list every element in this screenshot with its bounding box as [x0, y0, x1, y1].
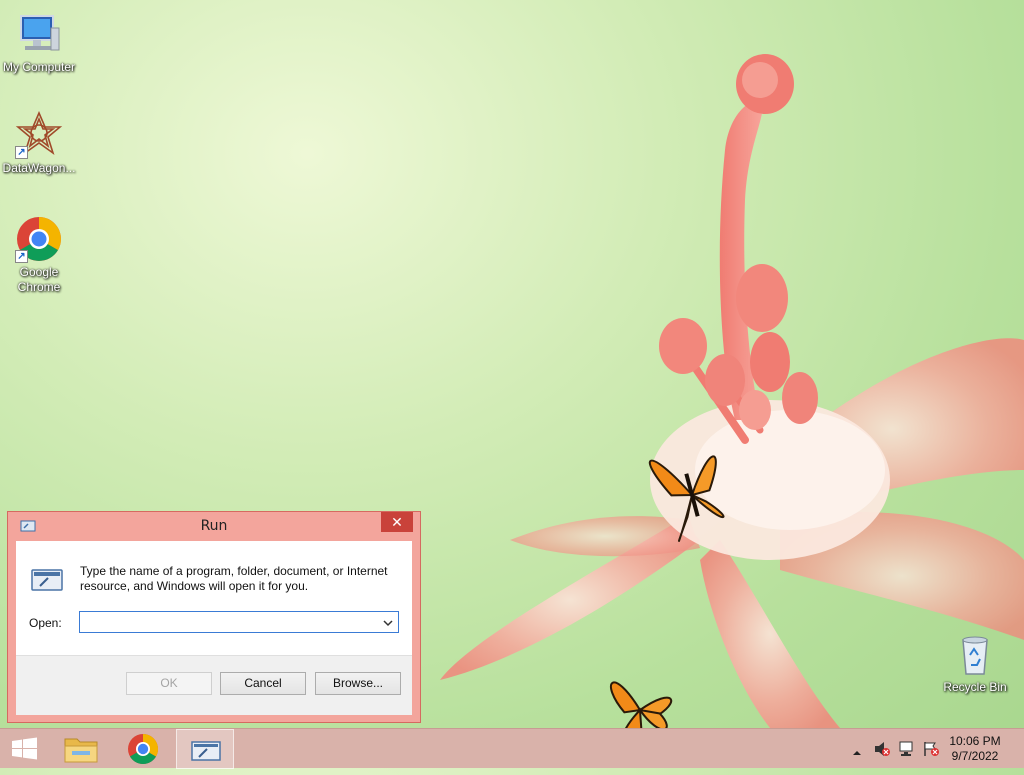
shortcut-arrow-icon: ↗ — [15, 250, 28, 263]
taskbar-google-chrome[interactable] — [114, 729, 172, 769]
run-icon — [30, 567, 64, 598]
open-combobox[interactable] — [79, 611, 399, 633]
run-dialog-title: Run — [200, 518, 228, 534]
windows-logo-icon — [12, 737, 37, 760]
datawagon-icon: ↗ — [15, 110, 63, 159]
chrome-icon — [128, 734, 159, 765]
volume-muted-icon[interactable] — [873, 741, 891, 762]
run-dialog-body: Type the name of a program, folder, docu… — [16, 541, 412, 715]
run-dialog: Run ✕ Type the name of a program, folder… — [7, 511, 421, 723]
desktop-icon-label: DataWagon... — [2, 161, 76, 175]
action-center-icon[interactable] — [922, 741, 940, 762]
open-label: Open: — [29, 616, 62, 630]
open-input[interactable] — [80, 612, 384, 632]
clock-date: 9/7/2022 — [951, 749, 999, 763]
show-hidden-icons-icon[interactable] — [852, 744, 862, 762]
cancel-button[interactable]: Cancel — [220, 672, 306, 695]
taskbar-file-explorer[interactable] — [52, 729, 110, 769]
recycle-bin-icon — [951, 630, 999, 678]
close-button[interactable]: ✕ — [381, 512, 413, 532]
start-button[interactable] — [0, 729, 58, 769]
taskbar-run[interactable] — [176, 729, 234, 769]
folder-icon — [64, 738, 98, 763]
run-description: Type the name of a program, folder, docu… — [80, 564, 388, 593]
network-icon[interactable] — [898, 741, 916, 762]
chrome-icon: ↗ — [15, 215, 63, 263]
run-dialog-footer: OK Cancel Browse... — [16, 655, 412, 715]
computer-icon — [15, 10, 63, 58]
run-dialog-titlebar[interactable]: Run ✕ — [8, 512, 420, 540]
desktop-icon-my-computer[interactable]: My Computer — [1, 10, 77, 75]
ok-button[interactable]: OK — [126, 672, 212, 695]
desktop-icon-recycle-bin[interactable]: Recycle Bin — [937, 630, 1013, 695]
desktop-icon-google-chrome[interactable]: ↗ Google Chrome — [1, 215, 77, 295]
clock-time: 10:06 PM — [949, 734, 1001, 748]
browse-button[interactable]: Browse... — [315, 672, 401, 695]
desktop-icon-label: Recycle Bin — [943, 680, 1007, 694]
desktop-icon-label: Google Chrome — [17, 265, 61, 294]
run-icon — [191, 741, 221, 761]
taskbar: 10:06 PM 9/7/2022 — [0, 728, 1024, 769]
chevron-down-icon[interactable] — [382, 616, 394, 628]
desktop-icon-datawagon[interactable]: ↗ DataWagon... — [1, 110, 77, 176]
shortcut-arrow-icon: ↗ — [15, 146, 28, 159]
taskbar-clock[interactable]: 10:06 PM 9/7/2022 — [940, 734, 1010, 764]
desktop-icon-label: My Computer — [2, 60, 76, 74]
